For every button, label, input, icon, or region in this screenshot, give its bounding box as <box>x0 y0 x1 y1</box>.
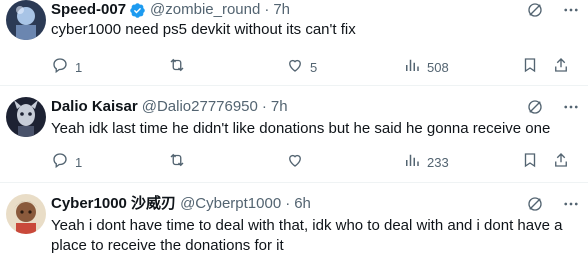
timestamp[interactable]: 7h <box>273 0 290 20</box>
like-icon <box>286 151 304 174</box>
separator-dot: · <box>285 195 291 212</box>
display-name[interactable]: Cyber1000 沙威刃 <box>51 194 176 214</box>
user-handle[interactable]: @zombie_round <box>150 0 260 20</box>
grok-icon[interactable] <box>526 195 544 213</box>
separator-dot: · <box>261 98 267 115</box>
share-icon <box>552 151 570 174</box>
bookmark-icon <box>521 56 539 79</box>
like-button[interactable] <box>286 151 310 174</box>
more-icon[interactable] <box>562 98 580 116</box>
timestamp[interactable]: 7h <box>271 97 288 117</box>
reply-button[interactable]: 1 <box>51 151 82 174</box>
reply-icon <box>51 151 69 174</box>
tweet-1[interactable]: Speed-007 @zombie_round · 7h cyber1000 n… <box>0 0 588 86</box>
tweet-header: Cyber1000 沙威刃 @Cyberpt1000 · 6h <box>51 194 311 214</box>
share-button[interactable] <box>552 151 570 174</box>
separator-dot: · <box>264 1 270 18</box>
display-name[interactable]: Speed-007 <box>51 0 126 20</box>
avatar[interactable] <box>6 97 46 137</box>
retweet-button[interactable] <box>168 151 192 174</box>
tweet-3[interactable]: Cyber1000 沙威刃 @Cyberpt1000 · 6h Yeah i d… <box>0 194 588 262</box>
avatar[interactable] <box>6 194 46 234</box>
display-name[interactable]: Dalio Kaisar <box>51 97 138 117</box>
tweet-text: Yeah i dont have time to deal with that,… <box>51 217 563 254</box>
grok-icon[interactable] <box>526 1 544 19</box>
tweet-header: Speed-007 @zombie_round · 7h <box>51 0 290 20</box>
reply-icon <box>51 56 69 79</box>
views-count: 233 <box>427 154 449 170</box>
views-count: 508 <box>427 59 449 75</box>
user-handle[interactable]: @Cyberpt1000 <box>180 194 281 214</box>
user-handle[interactable]: @Dalio27776950 <box>142 97 258 117</box>
reply-button[interactable]: 1 <box>51 56 82 79</box>
more-icon[interactable] <box>562 1 580 19</box>
verified-badge-icon <box>129 2 146 19</box>
avatar[interactable] <box>6 0 46 40</box>
views-icon <box>403 151 421 174</box>
retweet-icon <box>168 151 186 174</box>
reply-count: 1 <box>75 59 83 75</box>
like-button[interactable]: 5 <box>286 56 317 79</box>
reply-count: 1 <box>75 154 83 170</box>
bookmark-icon <box>521 151 539 174</box>
bookmark-button[interactable] <box>521 151 539 174</box>
views-button[interactable]: 233 <box>403 151 449 174</box>
timestamp[interactable]: 6h <box>294 194 311 214</box>
grok-icon[interactable] <box>526 98 544 116</box>
more-icon[interactable] <box>562 195 580 213</box>
tweet-text: cyber1000 need ps5 devkit without its ca… <box>51 21 356 38</box>
tweet-header: Dalio Kaisar @Dalio27776950 · 7h <box>51 97 288 117</box>
share-icon <box>552 56 570 79</box>
bookmark-button[interactable] <box>521 56 539 79</box>
tweet-2[interactable]: Dalio Kaisar @Dalio27776950 · 7h Yeah id… <box>0 97 588 183</box>
share-button[interactable] <box>552 56 570 79</box>
tweet-text: Yeah idk last time he didn't like donati… <box>51 120 551 137</box>
views-icon <box>403 56 421 79</box>
retweet-button[interactable] <box>168 56 192 79</box>
retweet-icon <box>168 56 186 79</box>
like-count: 5 <box>310 59 318 75</box>
views-button[interactable]: 508 <box>403 56 449 79</box>
like-icon <box>286 56 304 79</box>
